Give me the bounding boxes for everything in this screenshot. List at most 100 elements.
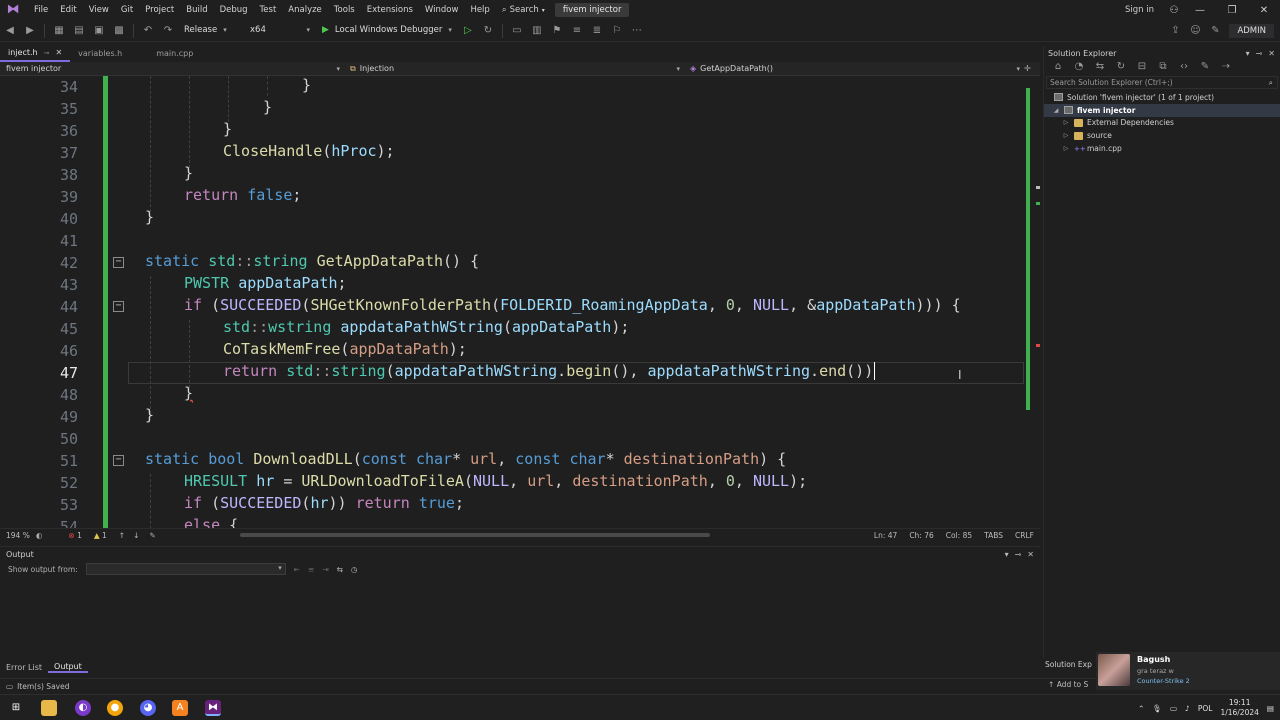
chevron-up-icon[interactable]: ⌃ xyxy=(1138,704,1144,713)
tab-output[interactable]: Output xyxy=(48,662,88,673)
account-icon[interactable]: ⚇ xyxy=(1164,5,1184,16)
menu-build[interactable]: Build xyxy=(180,0,213,20)
menu-extensions[interactable]: Extensions xyxy=(361,0,419,20)
tab-error-list[interactable]: Error List xyxy=(0,663,48,672)
solution-search-input[interactable]: Search Solution Explorer (Ctrl+;) ⌕ xyxy=(1046,76,1278,89)
menu-help[interactable]: Help xyxy=(464,0,495,20)
breakpoint-icon[interactable]: ⚑ xyxy=(550,24,564,38)
start-debugger-button[interactable]: ▶ Local Windows Debugger ▾ xyxy=(316,23,458,38)
toggle-wrap-icon[interactable]: ⇆ xyxy=(337,565,343,574)
refresh-icon[interactable]: ↻ xyxy=(1114,60,1128,74)
tab-solution-explorer[interactable]: Solution Exp xyxy=(1045,660,1092,669)
pending-changes-icon[interactable]: ◔ xyxy=(1072,60,1086,74)
overflow-icon[interactable]: ⋯ xyxy=(630,24,644,38)
find-in-output-icon[interactable]: ⇤ xyxy=(294,565,300,574)
add-to-source-control[interactable]: ↑ Add to S xyxy=(1048,680,1088,689)
previous-issue-icon[interactable]: ↑ xyxy=(119,531,125,540)
clear-all-icon[interactable]: ≡ xyxy=(308,565,314,574)
opera-browser-icon[interactable]: ◐ xyxy=(75,700,91,716)
word-wrap-icon[interactable]: ⇥ xyxy=(322,565,328,574)
tree-item-solution[interactable]: Solution 'fivem injector' (1 of 1 projec… xyxy=(1044,91,1280,104)
menu-tools[interactable]: Tools xyxy=(328,0,361,20)
save-all-icon[interactable]: ▩ xyxy=(112,24,126,38)
show-all-files-icon[interactable]: ⧉ xyxy=(1156,60,1170,74)
discord-icon[interactable]: ◕ xyxy=(140,700,156,716)
configuration-select[interactable]: Release ▾ xyxy=(178,23,244,38)
hot-reload-icon[interactable]: ↻ xyxy=(481,24,495,38)
collapse-toggle[interactable]: − xyxy=(113,257,124,268)
live-share-icon[interactable]: ⇪ xyxy=(1168,24,1182,38)
bookmark-icon[interactable]: ⚐ xyxy=(610,24,624,38)
warning-count[interactable]: ▲ 1 xyxy=(88,531,113,540)
view-code-icon[interactable]: ‹› xyxy=(1177,60,1191,74)
home-icon[interactable]: ⌂ xyxy=(1051,60,1065,74)
restore-button[interactable]: ❐ xyxy=(1216,5,1248,16)
tab-main-cpp[interactable]: main.cpp xyxy=(148,46,201,62)
menu-window[interactable]: Window xyxy=(419,0,465,20)
collapse-toggle[interactable]: − xyxy=(113,301,124,312)
code-editor[interactable]: 34 35 36 37 38 39 40 41 42 43 44 45 46 4… xyxy=(0,76,1040,528)
menu-debug[interactable]: Debug xyxy=(214,0,254,20)
friend-activity-notification[interactable]: Bagush gra teraz w Counter-Strike 2 xyxy=(1096,652,1280,690)
properties-icon[interactable]: ✎ xyxy=(1198,60,1212,74)
column-indicator[interactable]: Col: 85 xyxy=(940,531,978,540)
save-icon[interactable]: ▣ xyxy=(92,24,106,38)
next-issue-icon[interactable]: ↓ xyxy=(133,531,139,540)
feedback-icon[interactable]: ✎ xyxy=(1208,24,1222,38)
menu-edit[interactable]: Edit xyxy=(54,0,82,20)
error-count[interactable]: ⊗ 1 xyxy=(62,531,87,540)
pin-icon[interactable]: ⊸ xyxy=(44,45,50,61)
collapsed-triangle-icon[interactable]: ▷ xyxy=(1062,132,1070,139)
back-nav-icon[interactable]: ◀ xyxy=(3,24,17,38)
pin-icon[interactable]: ⊸ xyxy=(1256,49,1263,58)
project-dropdown[interactable]: fivem injector ▾ xyxy=(0,62,344,76)
sync-icon[interactable]: ⇆ xyxy=(1093,60,1107,74)
copilot-status-icon[interactable]: ◐ xyxy=(36,531,43,540)
menu-view[interactable]: View xyxy=(83,0,115,20)
start-without-debugging-icon[interactable]: ▷ xyxy=(461,24,475,38)
visual-studio-logo-icon[interactable]: ⧓ xyxy=(6,3,20,17)
keyboard-language[interactable]: POL xyxy=(1198,704,1213,713)
menu-analyze[interactable]: Analyze xyxy=(282,0,328,20)
collapsed-triangle-icon[interactable]: ▷ xyxy=(1062,119,1070,126)
indent-mode[interactable]: TABS xyxy=(978,531,1009,540)
chevron-down-icon[interactable]: ▾ xyxy=(1005,550,1009,559)
line-ending[interactable]: CRLF xyxy=(1009,531,1040,540)
expanded-triangle-icon[interactable]: ◢ xyxy=(1052,107,1060,114)
close-window-button[interactable]: ✕ xyxy=(1248,5,1280,16)
collapsed-triangle-icon[interactable]: ▷ xyxy=(1062,145,1070,152)
close-icon[interactable]: ✕ xyxy=(1027,550,1034,559)
char-indicator[interactable]: Ch: 76 xyxy=(903,531,939,540)
menu-test[interactable]: Test xyxy=(254,0,283,20)
layout-icon[interactable]: ▥ xyxy=(530,24,544,38)
file-explorer-icon[interactable] xyxy=(41,700,57,716)
tab-variables-h[interactable]: variables.h xyxy=(70,46,130,62)
platform-select[interactable]: x64 ▾ xyxy=(244,23,316,38)
network-icon[interactable]: ▭ xyxy=(1170,704,1177,713)
close-tab-icon[interactable]: ✕ xyxy=(55,45,62,61)
vertical-scrollbar[interactable] xyxy=(1026,88,1030,410)
ai-app-icon[interactable]: A xyxy=(172,700,188,716)
zoom-level[interactable]: 194 % xyxy=(0,531,36,540)
visual-studio-icon[interactable]: ⧓ xyxy=(205,700,221,716)
sign-in-link[interactable]: Sign in xyxy=(1125,5,1154,15)
volume-icon[interactable]: ♪ xyxy=(1185,704,1190,713)
windows-start-icon[interactable]: ⊞ xyxy=(8,700,24,716)
output-source-select[interactable]: ▾ xyxy=(85,563,286,575)
notifications-icon[interactable]: ▤ xyxy=(1267,704,1274,713)
scope-dropdown[interactable]: ⧉ Injection ▾ xyxy=(344,62,684,76)
close-icon[interactable]: ✕ xyxy=(1268,49,1275,58)
tab-inject-h[interactable]: inject.h ⊸ ✕ xyxy=(0,45,71,62)
clock[interactable]: 19:11 1/16/2024 xyxy=(1220,698,1258,718)
browse-icon[interactable]: ▭ xyxy=(510,24,524,38)
tree-item-source[interactable]: ▷ source xyxy=(1044,129,1280,142)
tree-item-project[interactable]: ◢ fivem injector xyxy=(1044,103,1280,117)
horizontal-scrollbar[interactable] xyxy=(240,533,710,537)
menu-git[interactable]: Git xyxy=(115,0,139,20)
undo-icon[interactable]: ↶ xyxy=(141,24,155,38)
minimize-button[interactable]: — xyxy=(1184,5,1216,16)
split-editor-icon[interactable]: ✛ xyxy=(1024,64,1031,73)
pin-icon[interactable]: ⊸ xyxy=(1015,550,1022,559)
forward-nav-icon[interactable]: ▶ xyxy=(23,24,37,38)
uncomment-icon[interactable]: ≣ xyxy=(590,24,604,38)
